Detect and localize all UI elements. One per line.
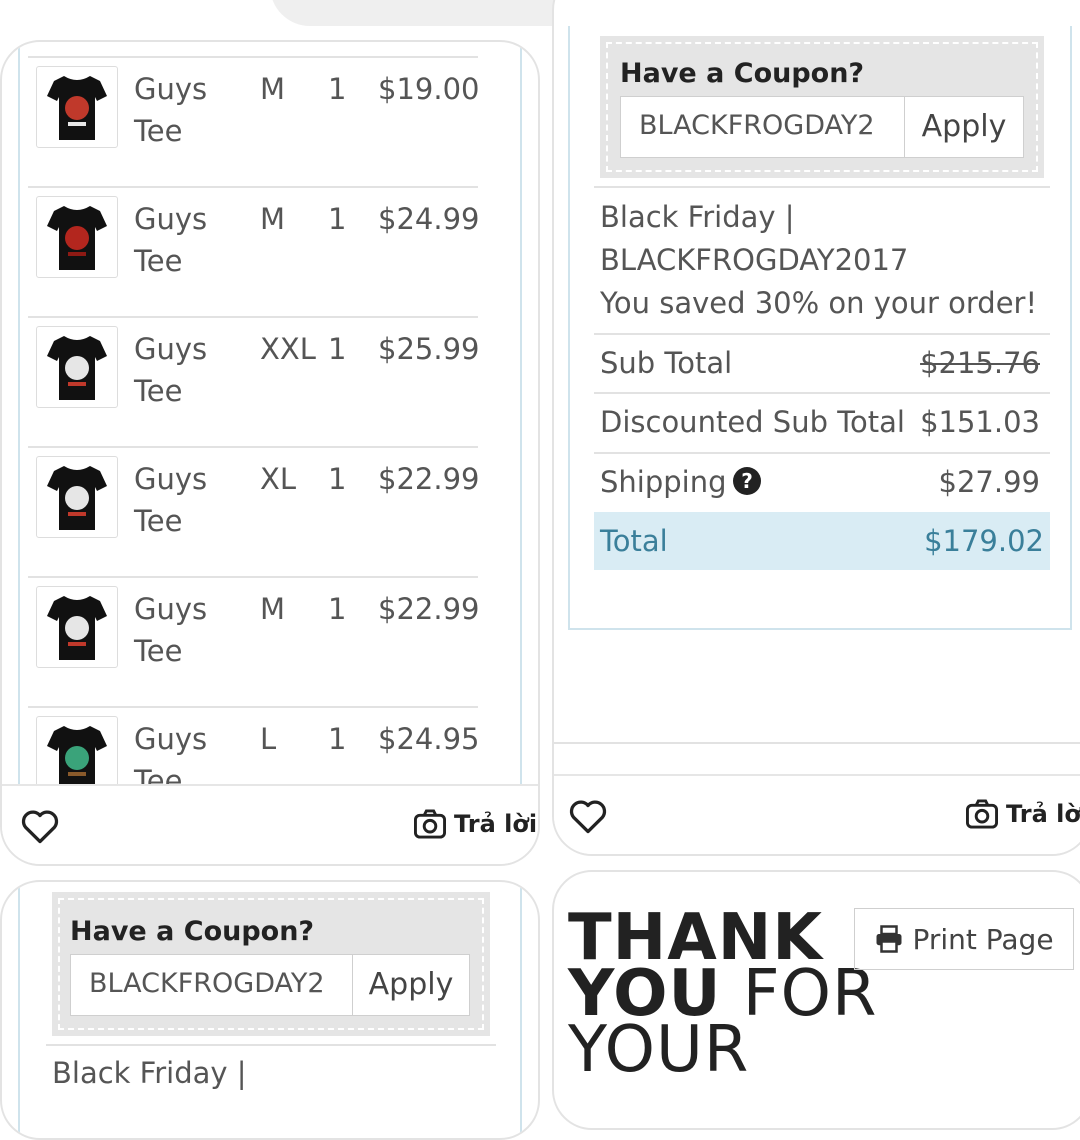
order-item-row: Guys Tee M 1 $24.99	[28, 186, 480, 318]
reply-label: Trả lời	[1006, 800, 1080, 828]
order-item-qty: 1	[328, 72, 347, 106]
promo-line-2: BLACKFROGDAY2017	[600, 243, 909, 277]
promo-line-3: You saved 30% on your order!	[600, 286, 1038, 320]
print-page-button[interactable]: Print Page	[854, 908, 1074, 970]
order-summary-card: Have a Coupon? BLACKFROGDAY2 Apply Black…	[552, 0, 1080, 856]
total-value: $179.02	[924, 524, 1044, 558]
coupon-title: Have a Coupon?	[70, 916, 315, 947]
divider	[46, 1044, 496, 1046]
order-item-row: Guys Tee XL 1 $22.99	[28, 446, 480, 578]
print-page-label: Print Page	[912, 922, 1054, 956]
coupon-code-input[interactable]: BLACKFROGDAY2	[70, 954, 354, 1016]
order-item-row: Guys Tee M 1 $19.00	[28, 56, 480, 188]
discounted-subtotal-value: $151.03	[920, 405, 1040, 439]
order-item-size: XL	[260, 462, 297, 496]
order-item-price: $19.00	[378, 72, 480, 106]
order-item-name: Guys Tee	[134, 332, 208, 408]
thank-word-4: YOUR	[568, 1013, 750, 1087]
like-heart-icon[interactable]	[20, 808, 60, 848]
shipping-label: Shipping	[600, 465, 727, 499]
shipping-value: $27.99	[938, 465, 1040, 499]
order-item-price: $22.99	[378, 462, 480, 496]
coupon-title: Have a Coupon?	[620, 58, 865, 89]
order-item-size: M	[260, 202, 286, 236]
order-item-name: Guys Tee	[134, 72, 208, 148]
product-thumbnail[interactable]	[36, 326, 118, 408]
order-item-name: Guys Tee	[134, 592, 208, 668]
discounted-subtotal-label: Discounted Sub Total	[600, 405, 905, 439]
subtotal-value: $215.76	[920, 346, 1040, 380]
divider	[554, 742, 1080, 744]
camera-icon	[966, 799, 998, 829]
order-item-row: Guys Tee M 1 $22.99	[28, 576, 480, 708]
total-label: Total	[600, 524, 668, 558]
subtotal-label: Sub Total	[600, 346, 733, 380]
reply-button[interactable]: Trả lời	[412, 808, 537, 840]
order-item-qty: 1	[328, 592, 347, 626]
shipping-help-icon[interactable]: ?	[732, 466, 762, 500]
post-action-bar: Trả lời	[2, 784, 538, 864]
thank-you-heading: THANK YOU FOR YOUR	[568, 906, 877, 1082]
order-item-qty: 1	[328, 722, 347, 756]
order-item-qty: 1	[328, 462, 347, 496]
order-item-size: XXL	[260, 332, 316, 366]
reply-label: Trả lời	[454, 810, 538, 838]
apply-coupon-button[interactable]: Apply	[904, 96, 1024, 158]
coupon-card-bottom: Have a Coupon? BLACKFROGDAY2 Apply Black…	[0, 880, 540, 1140]
divider	[594, 333, 1050, 335]
order-item-price: $25.99	[378, 332, 480, 366]
like-heart-icon[interactable]	[568, 798, 608, 838]
order-item-qty: 1	[328, 332, 347, 366]
order-item-name: Guys Tee	[134, 462, 208, 538]
order-item-price: $24.95	[378, 722, 480, 756]
coupon-code-input[interactable]: BLACKFROGDAY2	[620, 96, 908, 158]
order-item-price: $22.99	[378, 592, 480, 626]
promo-cut-text: Black Friday |	[52, 1056, 247, 1090]
divider	[594, 392, 1050, 394]
coupon-box: Have a Coupon? BLACKFROGDAY2 Apply	[52, 892, 490, 1036]
promo-line-1: Black Friday |	[600, 200, 795, 234]
total-row: Total $179.02	[594, 512, 1050, 570]
product-thumbnail[interactable]	[36, 66, 118, 148]
product-thumbnail[interactable]	[36, 586, 118, 668]
order-items-card: Guys Tee M 1 $19.00 Guys Tee M 1 $24.99 Guys Tee…	[0, 40, 540, 866]
order-item-qty: 1	[328, 202, 347, 236]
coupon-box: Have a Coupon? BLACKFROGDAY2 Apply	[600, 36, 1044, 178]
order-item-size: L	[260, 722, 277, 756]
divider	[594, 186, 1050, 188]
product-thumbnail[interactable]	[36, 456, 118, 538]
order-item-size: M	[260, 72, 286, 106]
divider	[594, 452, 1050, 454]
reply-button[interactable]: Trả lời	[964, 798, 1080, 830]
apply-coupon-button[interactable]: Apply	[352, 954, 470, 1016]
printer-icon	[876, 925, 902, 953]
header-fragment	[270, 0, 560, 26]
order-item-name: Guys Tee	[134, 202, 208, 278]
order-item-size: M	[260, 592, 286, 626]
order-item-row: Guys Tee XXL 1 $25.99	[28, 316, 480, 448]
product-thumbnail[interactable]	[36, 196, 118, 278]
camera-icon	[414, 809, 446, 839]
svg-text:?: ?	[741, 469, 753, 493]
post-action-bar: Trả lời	[554, 774, 1080, 854]
thank-you-card: THANK YOU FOR YOUR Print Page	[552, 870, 1080, 1130]
order-item-price: $24.99	[378, 202, 480, 236]
